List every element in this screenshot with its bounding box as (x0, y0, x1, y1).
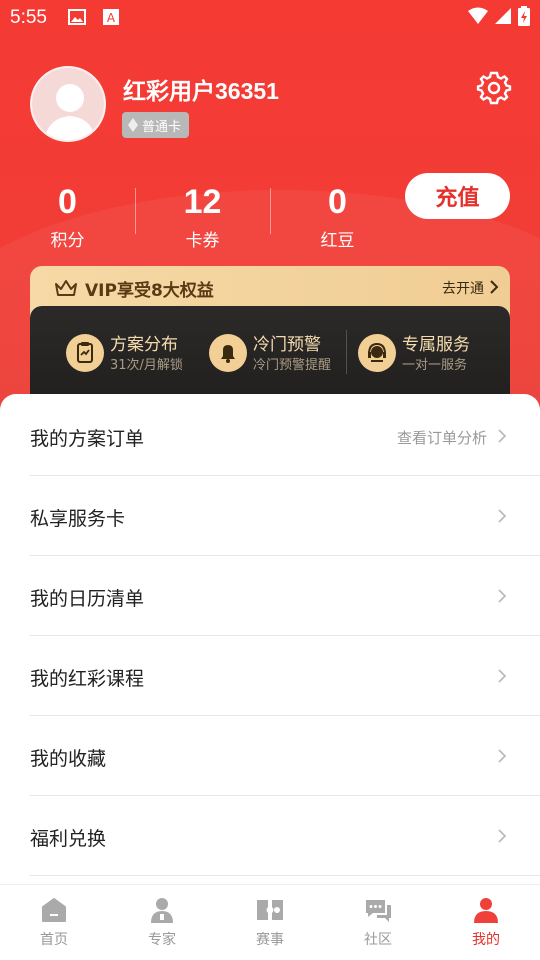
text-notification-icon: A (103, 9, 119, 25)
tab-label: 社区 (364, 932, 392, 948)
chevron-right-icon (498, 589, 507, 603)
crown-icon (55, 280, 77, 296)
status-time: 5:55 (10, 7, 47, 28)
username: 红彩用户36351 (123, 78, 279, 104)
menu-item-calendar-list[interactable]: 我的日历清单 (0, 556, 540, 636)
tab-home[interactable]: 首页 (0, 895, 108, 949)
tab-matches[interactable]: 赛事 (216, 895, 324, 949)
perk-subtitle: 一对一服务 (402, 358, 468, 373)
menu-sheet: 我的方案订单 查看订单分析 私享服务卡 我的日历清单 我的红彩课程 我的收藏 福… (0, 394, 540, 884)
stat-points-value: 0 (58, 183, 77, 221)
menu-item-label: 我的日历清单 (30, 588, 145, 610)
menu-item-label: 我的方案订单 (30, 428, 145, 450)
menu-item-label: 私享服务卡 (30, 508, 126, 530)
perk-subtitle: 冷门预警提醒 (253, 358, 332, 373)
stat-red-beans-value: 0 (328, 183, 347, 221)
stat-coupons-label: 卡券 (185, 231, 220, 251)
perk-divider (346, 330, 347, 374)
stat-red-beans[interactable]: 0 红豆 (270, 180, 405, 251)
vip-open-link[interactable]: 去开通 (442, 278, 484, 298)
perk-title: 方案分布 (110, 335, 178, 355)
tab-label: 我的 (472, 932, 500, 948)
stat-points-label: 积分 (50, 231, 85, 251)
menu-item-plan-orders[interactable]: 我的方案订单 查看订单分析 (0, 396, 540, 476)
expert-icon (151, 898, 173, 923)
diamond-icon (128, 118, 138, 132)
menu-divider (30, 875, 540, 876)
community-icon (366, 900, 391, 922)
clipboard-icon (66, 334, 104, 372)
tab-community[interactable]: 社区 (324, 895, 432, 949)
bottom-tab-bar: 首页 专家 赛事 社区 我的 (0, 884, 540, 960)
chevron-right-icon (498, 669, 507, 683)
perk-plan-distribution[interactable]: 方案分布 31次/月解锁 (66, 330, 216, 378)
tab-label: 专家 (148, 932, 176, 948)
stats-row: 0 积分 12 卡券 0 红豆 (0, 180, 405, 260)
chevron-right-icon (498, 829, 507, 843)
match-icon (257, 900, 283, 920)
gallery-notification-icon (68, 9, 86, 25)
avatar[interactable] (30, 66, 106, 142)
menu-item-rewards-exchange[interactable]: 福利兑换 (0, 796, 540, 876)
membership-badge-label: 普通卡 (142, 119, 182, 135)
stat-red-beans-label: 红豆 (320, 231, 355, 251)
menu-item-courses[interactable]: 我的红彩课程 (0, 636, 540, 716)
menu-item-label: 我的红彩课程 (30, 668, 145, 690)
headset-icon (358, 334, 396, 372)
stat-points[interactable]: 0 积分 (0, 180, 135, 251)
stat-coupons-value: 12 (183, 183, 222, 221)
home-icon (42, 898, 66, 922)
perk-title: 专属服务 (402, 335, 470, 355)
signal-icon (495, 8, 511, 24)
perk-upset-alert[interactable]: 冷门预警 冷门预警提醒 (209, 330, 344, 378)
status-bar: 5:55 A (0, 0, 540, 36)
perk-exclusive-service[interactable]: 专属服务 一对一服务 (358, 330, 508, 378)
tab-mine[interactable]: 我的 (432, 895, 540, 949)
menu-item-hint[interactable]: 查看订单分析 (397, 427, 487, 448)
wifi-icon (468, 7, 488, 24)
chevron-right-icon (490, 280, 499, 294)
tab-label: 赛事 (256, 932, 284, 948)
chevron-right-icon (498, 749, 507, 763)
membership-badge: 普通卡 (122, 112, 190, 138)
battery-icon (518, 6, 530, 26)
tab-experts[interactable]: 专家 (108, 895, 216, 949)
vip-title: VIP享受8大权益 (85, 281, 214, 301)
perk-title: 冷门预警 (253, 335, 321, 355)
chevron-right-icon (498, 509, 507, 523)
menu-item-label: 我的收藏 (30, 748, 107, 770)
tab-label: 首页 (40, 932, 68, 948)
menu-item-label: 福利兑换 (30, 828, 107, 850)
default-avatar-icon (44, 84, 96, 140)
profile-icon (474, 898, 498, 923)
svg-text:A: A (107, 11, 116, 25)
menu-item-favorites[interactable]: 我的收藏 (0, 716, 540, 796)
stat-coupons[interactable]: 12 卡券 (135, 180, 270, 251)
recharge-button[interactable]: 充值 (405, 173, 510, 219)
perk-subtitle: 31次/月解锁 (110, 358, 183, 373)
bell-icon (209, 334, 247, 372)
settings-gear-icon[interactable] (476, 70, 512, 106)
menu-item-private-service-card[interactable]: 私享服务卡 (0, 476, 540, 556)
chevron-right-icon (498, 429, 507, 443)
